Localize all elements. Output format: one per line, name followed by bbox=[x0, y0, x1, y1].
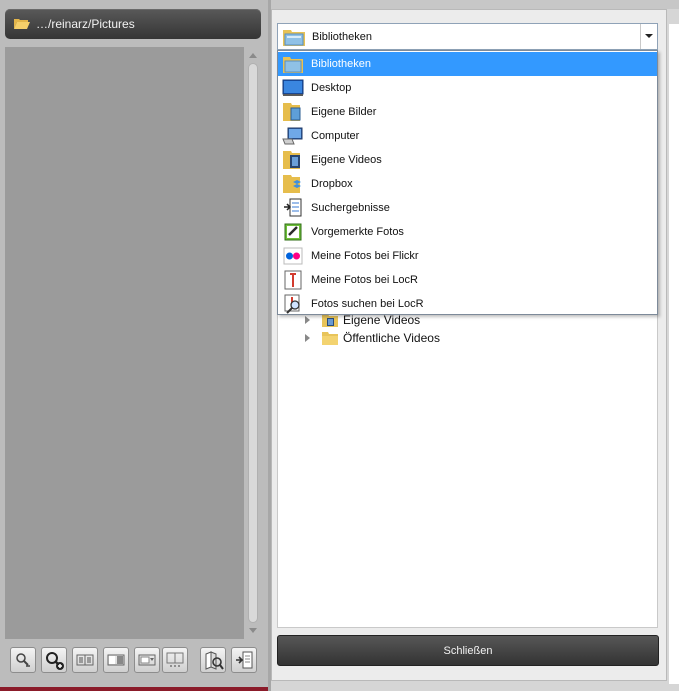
desktop-icon bbox=[282, 79, 304, 96]
left-panel: …/reinarz/Pictures bbox=[0, 0, 268, 691]
dropdown-item-bibliotheken[interactable]: Bibliotheken bbox=[278, 52, 657, 76]
search-results-icon bbox=[284, 198, 302, 217]
dropdown-item-flickr[interactable]: Meine Fotos bei Flickr bbox=[278, 244, 657, 268]
zoom-out-icon bbox=[16, 653, 30, 667]
expand-arrow-icon[interactable] bbox=[305, 316, 310, 324]
dropdown-item-label: Eigene Bilder bbox=[311, 106, 377, 118]
dropdown-item-desktop[interactable]: Desktop bbox=[278, 76, 657, 100]
expand-arrow-icon[interactable] bbox=[305, 334, 310, 342]
folder-open-icon bbox=[14, 19, 30, 29]
map-search-icon bbox=[205, 651, 224, 670]
dropdown-item-label: Dropbox bbox=[311, 178, 353, 190]
close-button[interactable]: Schließen bbox=[277, 635, 659, 666]
dropdown-item-locr-search[interactable]: Fotos suchen bei LocR bbox=[278, 292, 657, 316]
split-view-button[interactable] bbox=[103, 647, 129, 673]
scroll-down-icon[interactable] bbox=[249, 628, 257, 633]
dropdown-item-label: Suchergebnisse bbox=[311, 202, 390, 214]
dropdown-item-label: Meine Fotos bei LocR bbox=[311, 274, 418, 286]
dropdown-item-label: Bibliotheken bbox=[311, 58, 371, 70]
libraries-icon bbox=[283, 30, 305, 46]
dropdown-item-vorgemerkte-fotos[interactable]: Vorgemerkte Fotos bbox=[278, 220, 657, 244]
compare-icon bbox=[76, 654, 94, 666]
grid-view-icon bbox=[166, 652, 184, 667]
import-button[interactable] bbox=[231, 647, 257, 673]
zoom-out-button[interactable] bbox=[10, 647, 36, 673]
thumbnail-area[interactable] bbox=[5, 47, 244, 639]
import-icon bbox=[236, 651, 253, 669]
location-combobox[interactable]: Bibliotheken bbox=[277, 23, 658, 50]
right-top-strip bbox=[271, 0, 679, 9]
dropbox-folder-icon bbox=[283, 175, 301, 193]
dropdown-item-label: Fotos suchen bei LocR bbox=[311, 298, 424, 310]
vertical-scrollbar[interactable] bbox=[245, 47, 261, 639]
tree-row-label: Öffentliche Videos bbox=[343, 331, 440, 345]
scrollbar-thumb[interactable] bbox=[248, 63, 258, 623]
libraries-icon bbox=[283, 57, 303, 73]
filmstrip-icon bbox=[138, 654, 156, 666]
folder-icon bbox=[322, 332, 338, 345]
combobox-selected-label: Bibliotheken bbox=[312, 31, 372, 43]
combobox-dropdown-button[interactable] bbox=[640, 24, 657, 49]
dropdown-item-eigene-videos[interactable]: Eigene Videos bbox=[278, 148, 657, 172]
pictures-folder-icon bbox=[283, 103, 301, 121]
scroll-up-icon[interactable] bbox=[249, 53, 257, 58]
location-dropdown-list: Bibliotheken Desktop Eigene Bilder Compu… bbox=[277, 50, 658, 315]
flickr-icon bbox=[283, 247, 303, 265]
zoom-in-icon bbox=[46, 652, 64, 670]
right-edge-strip bbox=[669, 24, 679, 684]
bottom-toolbar bbox=[0, 647, 268, 681]
path-bar[interactable]: …/reinarz/Pictures bbox=[5, 9, 261, 39]
locr-icon bbox=[284, 270, 302, 290]
current-path: …/reinarz/Pictures bbox=[36, 17, 135, 31]
computer-icon bbox=[282, 127, 303, 145]
accent-line bbox=[0, 687, 268, 691]
filmstrip-button[interactable] bbox=[134, 647, 160, 673]
dropdown-item-label: Computer bbox=[311, 130, 360, 142]
dropdown-item-suchergebnisse[interactable]: Suchergebnisse bbox=[278, 196, 657, 220]
dropdown-item-locr[interactable]: Meine Fotos bei LocR bbox=[278, 268, 657, 292]
split-view-icon bbox=[107, 654, 125, 666]
dropdown-item-label: Desktop bbox=[311, 82, 352, 94]
map-search-button[interactable] bbox=[200, 647, 226, 673]
zoom-in-button[interactable] bbox=[41, 647, 67, 673]
dropdown-item-computer[interactable]: Computer bbox=[278, 124, 657, 148]
locr-search-icon bbox=[284, 294, 300, 314]
chevron-down-icon bbox=[645, 34, 653, 38]
dropdown-item-label: Meine Fotos bei Flickr bbox=[311, 250, 419, 262]
dropdown-item-eigene-bilder[interactable]: Eigene Bilder bbox=[278, 100, 657, 124]
dropdown-item-label: Eigene Videos bbox=[311, 154, 382, 166]
compare-button[interactable] bbox=[72, 647, 98, 673]
dropdown-item-label: Vorgemerkte Fotos bbox=[311, 226, 404, 238]
bookmarked-photos-icon bbox=[284, 223, 302, 241]
dropdown-item-dropbox[interactable]: Dropbox bbox=[278, 172, 657, 196]
grid-view-button[interactable] bbox=[162, 647, 188, 673]
videos-folder-icon bbox=[283, 151, 300, 169]
